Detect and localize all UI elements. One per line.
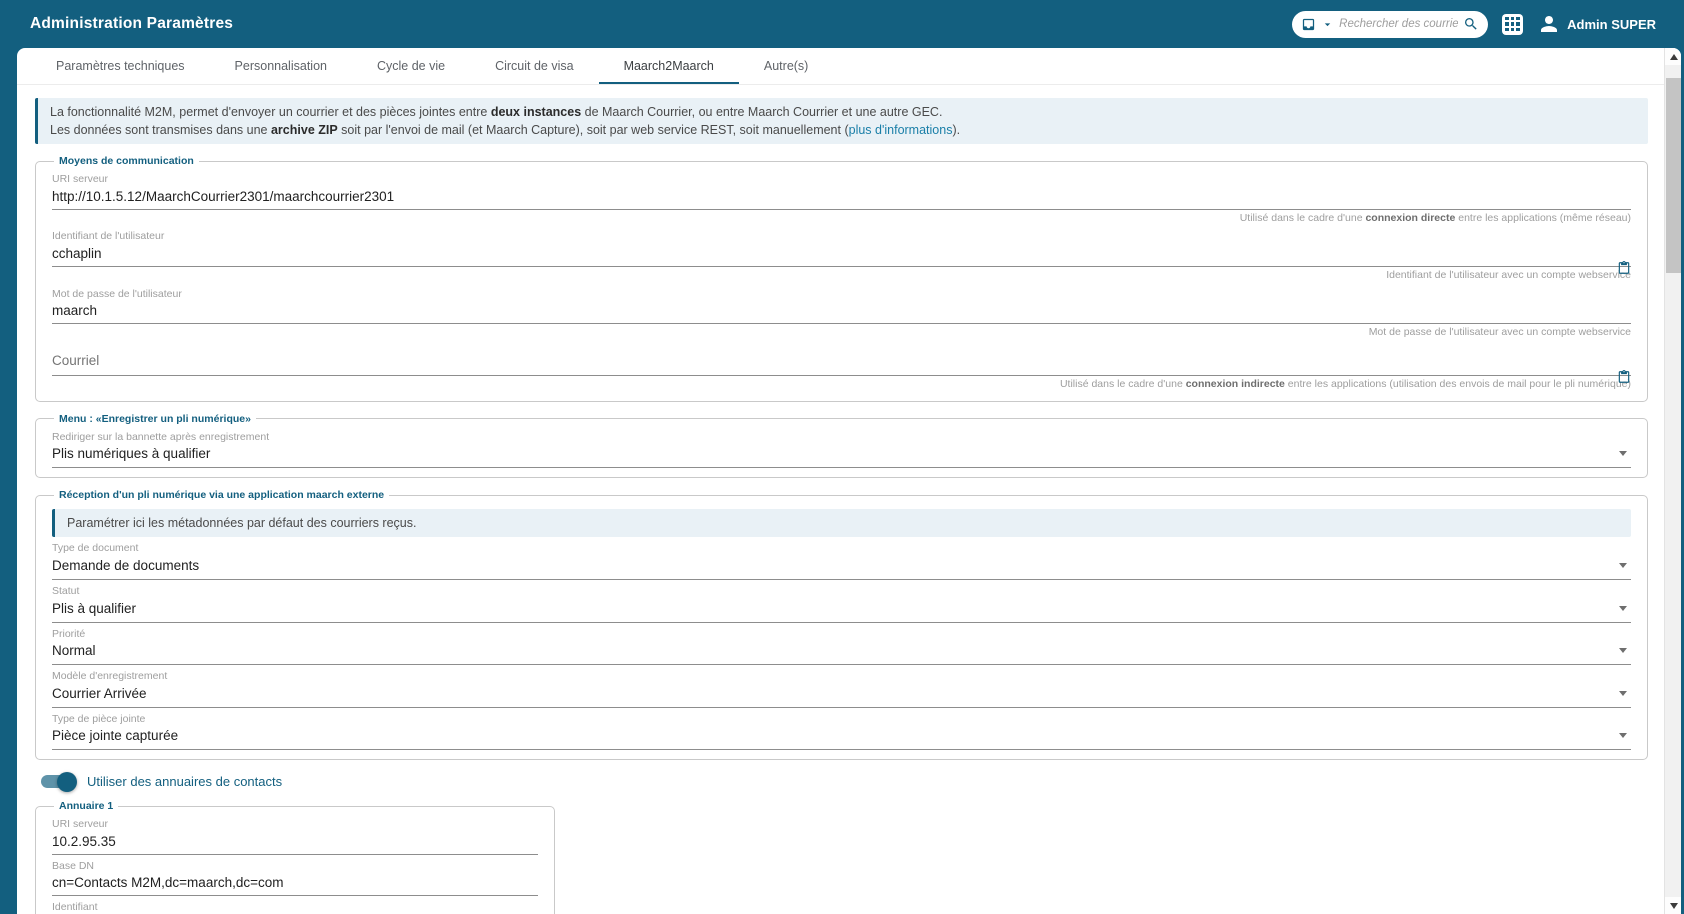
user-icon bbox=[1537, 12, 1561, 36]
model-label: Modèle d'enregistrement bbox=[52, 670, 1631, 683]
contacts-directories-toggle-label: Utiliser des annuaires de contacts bbox=[87, 774, 282, 789]
contacts-directories-toggle-row: Utiliser des annuaires de contacts bbox=[41, 774, 1648, 789]
email-input[interactable] bbox=[52, 345, 1631, 376]
user-login-input[interactable] bbox=[52, 243, 1631, 267]
chevron-down-icon[interactable] bbox=[1321, 18, 1334, 31]
status-label: Statut bbox=[52, 585, 1631, 598]
tab-autres[interactable]: Autre(s) bbox=[739, 48, 833, 84]
directory-basedn-input[interactable] bbox=[52, 872, 538, 896]
user-password-input[interactable] bbox=[52, 300, 1631, 324]
scroll-up-button[interactable] bbox=[1665, 48, 1681, 65]
communication-legend: Moyens de communication bbox=[54, 155, 199, 167]
directory-login-label: Identifiant bbox=[52, 901, 538, 914]
email-field: Utilisé dans le cadre d'une connexion in… bbox=[52, 345, 1631, 392]
select-caret-icon bbox=[1619, 733, 1627, 738]
uri-server-input[interactable] bbox=[52, 186, 1631, 210]
directory-basedn-label: Base DN bbox=[52, 860, 538, 873]
save-menu-legend: Menu : «Enregistrer un pli numérique» bbox=[54, 413, 256, 425]
user-password-label: Mot de passe de l'utilisateur bbox=[52, 288, 1631, 301]
user-menu[interactable]: Admin SUPER bbox=[1537, 12, 1656, 36]
select-caret-icon bbox=[1619, 606, 1627, 611]
status-field: Statut Plis à qualifier bbox=[52, 585, 1631, 623]
communication-fieldset: Moyens de communication URI serveur Util… bbox=[35, 155, 1648, 401]
select-caret-icon bbox=[1619, 451, 1627, 456]
attachment-type-field: Type de pièce jointe Pièce jointe captur… bbox=[52, 713, 1631, 751]
tab-maarch2maarch[interactable]: Maarch2Maarch bbox=[599, 48, 739, 84]
tab-circuit-de-visa[interactable]: Circuit de visa bbox=[470, 48, 599, 84]
reception-note: Paramétrer ici les métadonnées par défau… bbox=[52, 509, 1631, 537]
reception-legend: Réception d'un pli numérique via une app… bbox=[54, 489, 389, 501]
app-header: Administration Paramètres Admin SUPER bbox=[0, 0, 1684, 48]
arrow-up-icon bbox=[1670, 54, 1678, 60]
redirect-basket-select[interactable]: Plis numériques à qualifier bbox=[52, 443, 1631, 468]
uri-server-hint: Utilisé dans le cadre d'une connexion di… bbox=[52, 212, 1631, 226]
scroll-down-button[interactable] bbox=[1665, 897, 1681, 914]
apps-grid-icon[interactable] bbox=[1502, 14, 1523, 35]
model-select[interactable]: Courrier Arrivée bbox=[52, 683, 1631, 708]
paste-icon[interactable] bbox=[1617, 370, 1631, 384]
status-select[interactable]: Plis à qualifier bbox=[52, 598, 1631, 623]
doctype-label: Type de document bbox=[52, 542, 1631, 555]
search-input[interactable] bbox=[1339, 18, 1458, 30]
select-caret-icon bbox=[1619, 691, 1627, 696]
m2m-info-box: La fonctionnalité M2M, permet d'envoyer … bbox=[35, 98, 1648, 144]
user-login-label: Identifiant de l'utilisateur bbox=[52, 230, 1631, 243]
model-field: Modèle d'enregistrement Courrier Arrivée bbox=[52, 670, 1631, 708]
select-caret-icon bbox=[1619, 563, 1627, 568]
redirect-basket-field: Rediriger sur la bannette après enregist… bbox=[52, 431, 1631, 469]
directory-uri-label: URI serveur bbox=[52, 818, 538, 831]
directory-login-field: Identifiant bbox=[52, 901, 538, 914]
priority-field: Priorité Normal bbox=[52, 628, 1631, 666]
priority-select[interactable]: Normal bbox=[52, 640, 1631, 665]
doctype-select[interactable]: Demande de documents bbox=[52, 555, 1631, 580]
m2m-info-line2: Les données sont transmises dans une arc… bbox=[50, 121, 1636, 139]
tab-personnalisation[interactable]: Personnalisation bbox=[210, 48, 352, 84]
inbox-icon[interactable] bbox=[1301, 17, 1316, 32]
uri-server-label: URI serveur bbox=[52, 173, 1631, 186]
search-icon[interactable] bbox=[1463, 16, 1479, 32]
add-directory-cell: + Ajouter bbox=[581, 793, 1101, 914]
user-login-field: Identifiant de l'utilisateur Identifiant… bbox=[52, 230, 1631, 282]
admin-parameters-card: Paramètres techniques Personnalisation C… bbox=[17, 48, 1681, 914]
directory-1-fieldset: Annuaire 1 URI serveur Base DN Identifia… bbox=[35, 800, 555, 914]
more-info-link[interactable]: plus d'informations bbox=[849, 123, 953, 137]
vertical-scrollbar[interactable] bbox=[1664, 48, 1681, 914]
m2m-info-line1: La fonctionnalité M2M, permet d'envoyer … bbox=[50, 103, 1636, 121]
select-caret-icon bbox=[1619, 648, 1627, 653]
scrollbar-thumb[interactable] bbox=[1666, 78, 1681, 273]
user-name: Admin SUPER bbox=[1567, 17, 1656, 32]
redirect-basket-label: Rediriger sur la bannette après enregist… bbox=[52, 431, 1631, 444]
tab-cycle-de-vie[interactable]: Cycle de vie bbox=[352, 48, 470, 84]
uri-server-field: URI serveur Utilisé dans le cadre d'une … bbox=[52, 173, 1631, 225]
doctype-field: Type de document Demande de documents bbox=[52, 542, 1631, 580]
attachment-type-label: Type de pièce jointe bbox=[52, 713, 1631, 726]
email-hint: Utilisé dans le cadre d'une connexion in… bbox=[52, 378, 1631, 392]
tab-bar: Paramètres techniques Personnalisation C… bbox=[17, 48, 1681, 85]
user-password-hint: Mot de passe de l'utilisateur avec un co… bbox=[52, 326, 1631, 340]
user-login-hint: Identifiant de l'utilisateur avec un com… bbox=[52, 269, 1631, 283]
search-bar[interactable] bbox=[1292, 11, 1488, 38]
reception-fieldset: Réception d'un pli numérique via une app… bbox=[35, 489, 1648, 760]
tab-content: La fonctionnalité M2M, permet d'envoyer … bbox=[17, 85, 1664, 914]
directory-basedn-field: Base DN bbox=[52, 860, 538, 897]
page-title: Administration Paramètres bbox=[30, 15, 233, 33]
directory-uri-input[interactable] bbox=[52, 831, 538, 855]
priority-label: Priorité bbox=[52, 628, 1631, 641]
directories-grid: Annuaire 1 URI serveur Base DN Identifia… bbox=[35, 793, 1648, 914]
contacts-directories-toggle[interactable] bbox=[41, 775, 74, 788]
user-password-field: Mot de passe de l'utilisateur Mot de pas… bbox=[52, 288, 1631, 340]
directory-uri-field: URI serveur bbox=[52, 818, 538, 855]
save-menu-fieldset: Menu : «Enregistrer un pli numérique» Re… bbox=[35, 413, 1648, 479]
header-actions: Admin SUPER bbox=[1292, 11, 1656, 38]
paste-icon[interactable] bbox=[1617, 261, 1631, 275]
arrow-down-icon bbox=[1670, 903, 1678, 909]
tab-parametres-techniques[interactable]: Paramètres techniques bbox=[31, 48, 210, 84]
attachment-type-select[interactable]: Pièce jointe capturée bbox=[52, 725, 1631, 750]
directory-1-legend: Annuaire 1 bbox=[54, 800, 118, 812]
